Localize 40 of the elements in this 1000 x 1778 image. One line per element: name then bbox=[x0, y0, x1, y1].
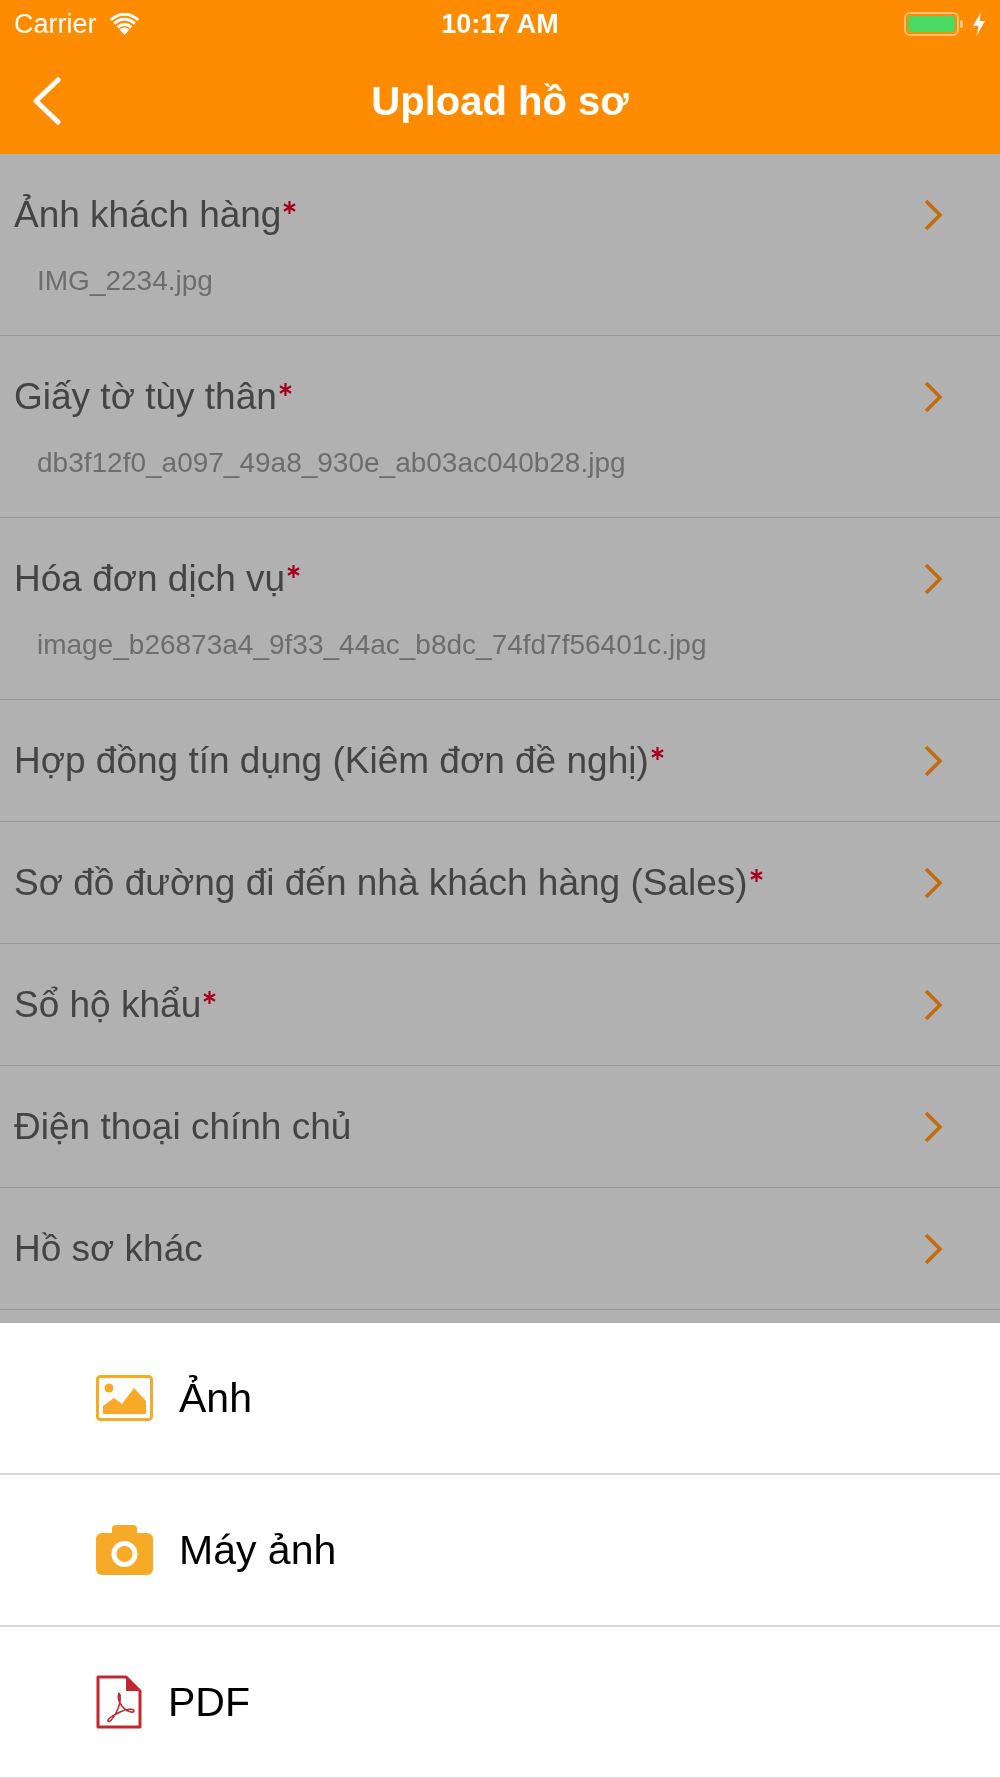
document-row[interactable]: Hồ sơ khác bbox=[0, 1188, 1000, 1310]
document-row[interactable]: Điện thoại chính chủ bbox=[0, 1066, 1000, 1188]
document-title: Sổ hộ khẩu bbox=[14, 983, 202, 1027]
chevron-right-icon bbox=[923, 988, 943, 1022]
document-row[interactable]: Giấy tờ tùy thân db3f12f0_a097_49a8_930e_ab03ac040b28.jpg bbox=[0, 336, 1000, 518]
carrier-label: Carrier bbox=[14, 8, 97, 40]
action-sheet-option[interactable]: Máy ảnh bbox=[0, 1475, 1000, 1627]
pdf-file-icon bbox=[96, 1675, 142, 1729]
chevron-right-icon bbox=[923, 866, 943, 900]
document-title: Hồ sơ khác bbox=[14, 1227, 203, 1271]
charging-bolt-icon bbox=[972, 12, 986, 36]
screen-title: Upload hồ sơ bbox=[371, 78, 629, 125]
document-row[interactable]: Hợp đồng tín dụng (Kiêm đơn đề nghị) bbox=[0, 700, 1000, 822]
back-chevron-icon bbox=[30, 77, 62, 125]
document-title: Ảnh khách hàng bbox=[14, 193, 282, 237]
chevron-right-icon bbox=[923, 1232, 943, 1266]
document-title: Sơ đồ đường đi đến nhà khách hàng (Sales) bbox=[14, 861, 748, 905]
document-title: Điện thoại chính chủ bbox=[14, 1105, 352, 1149]
chevron-right-icon bbox=[923, 1110, 943, 1144]
document-title: Hợp đồng tín dụng (Kiêm đơn đề nghị) bbox=[14, 739, 649, 783]
status-time: 10:17 AM bbox=[440, 8, 560, 40]
file-name: image_b26873a4_9f33_44ac_b8dc_74fd7f56401c.jpg bbox=[37, 628, 708, 662]
image-icon bbox=[96, 1375, 153, 1421]
document-title: Giấy tờ tùy thân bbox=[14, 375, 277, 419]
document-row[interactable]: Sổ hộ khẩu bbox=[0, 944, 1000, 1066]
battery-icon bbox=[904, 12, 964, 36]
action-sheet-option[interactable]: PDF bbox=[0, 1627, 1000, 1778]
chevron-right-icon bbox=[923, 198, 943, 232]
document-row[interactable]: Hóa đơn dịch vụ image_b26873a4_9f33_44ac_b8dc_74fd7f56401c.jpg bbox=[0, 518, 1000, 700]
document-row[interactable]: Ảnh khách hàng IMG_2234.jpg bbox=[0, 154, 1000, 336]
chevron-right-icon bbox=[923, 380, 943, 414]
camera-icon bbox=[96, 1525, 153, 1575]
wifi-icon bbox=[108, 13, 140, 35]
action-sheet-option[interactable]: Ảnh bbox=[0, 1323, 1000, 1475]
chevron-right-icon bbox=[923, 562, 943, 596]
file-name: IMG_2234.jpg bbox=[37, 264, 214, 298]
document-row[interactable]: Sơ đồ đường đi đến nhà khách hàng (Sales) bbox=[0, 822, 1000, 944]
document-title: Hóa đơn dịch vụ bbox=[14, 557, 286, 601]
file-name: db3f12f0_a097_49a8_930e_ab03ac040b28.jpg bbox=[37, 446, 627, 480]
chevron-right-icon bbox=[923, 744, 943, 778]
